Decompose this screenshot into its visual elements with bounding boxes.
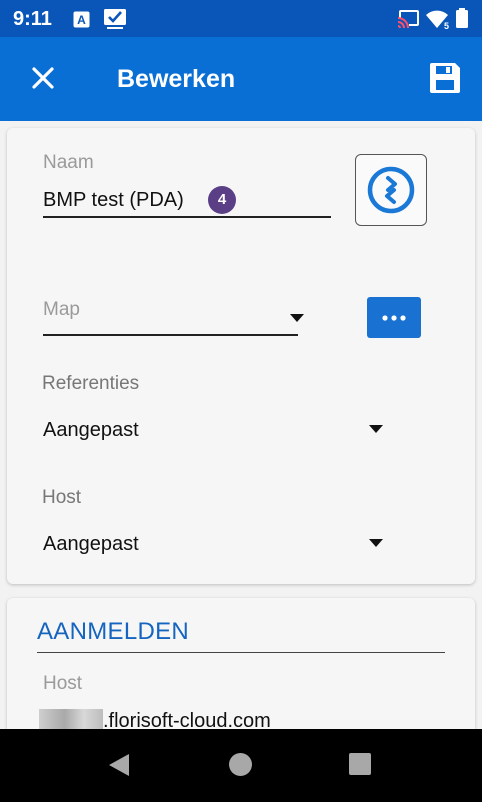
save-icon	[430, 63, 460, 93]
browse-folder-button[interactable]	[367, 297, 421, 338]
close-button[interactable]	[30, 65, 56, 91]
name-underline	[43, 216, 331, 218]
navigation-bar	[0, 729, 482, 802]
general-card: Naam BMP test (PDA) 4 Map Referenties Aa…	[7, 128, 475, 584]
credentials-dropdown[interactable]: Aangepast	[43, 419, 139, 442]
keyboard-a-icon: A	[73, 11, 90, 28]
app-bar: Bewerken	[0, 37, 482, 121]
battery-icon	[456, 8, 468, 28]
login-section-title: AANMELDEN	[37, 618, 190, 645]
login-host-label: Host	[43, 673, 83, 694]
page-title: Bewerken	[117, 65, 236, 93]
name-label: Naam	[43, 152, 94, 173]
host-label: Host	[42, 487, 82, 508]
section-divider	[37, 652, 445, 653]
cast-icon	[397, 10, 419, 28]
credentials-dropdown-arrow-icon[interactable]	[369, 425, 383, 433]
svg-text:A: A	[77, 13, 86, 27]
more-horizontal-icon	[382, 315, 406, 321]
status-time: 9:11	[13, 8, 52, 30]
connection-icon-button[interactable]	[355, 154, 427, 226]
remote-desktop-icon	[367, 166, 415, 214]
save-button[interactable]	[428, 61, 462, 95]
name-input[interactable]: BMP test (PDA)	[43, 189, 184, 212]
host-dropdown-arrow-icon[interactable]	[369, 539, 383, 547]
folder-dropdown-arrow-icon[interactable]	[290, 314, 304, 322]
wifi-icon: 5	[426, 10, 449, 29]
folder-label: Map	[43, 299, 80, 320]
char-count-badge: 4	[208, 186, 236, 214]
recent-apps-icon[interactable]	[349, 753, 371, 775]
host-dropdown[interactable]: Aangepast	[43, 533, 139, 556]
back-icon[interactable]	[107, 753, 131, 777]
wifi-badge: 5	[444, 21, 449, 29]
status-bar: 9:11 A 5	[0, 0, 482, 37]
credentials-label: Referenties	[42, 373, 140, 394]
home-icon[interactable]	[229, 753, 252, 776]
close-icon	[32, 67, 54, 89]
redacted-text	[39, 709, 103, 731]
screenshot-check-icon	[104, 9, 126, 29]
folder-dropdown[interactable]	[43, 334, 298, 336]
